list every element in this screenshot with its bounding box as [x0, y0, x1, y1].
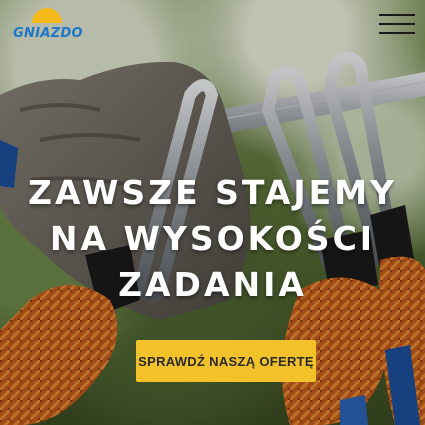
menu-bar-1 [379, 14, 415, 16]
hero-headline: ZAWSZE STAJEMY NA WYSOKOŚCI ZADANIA [0, 170, 425, 308]
menu-bar-2 [379, 23, 415, 25]
brand-name: GNIAZDO [13, 26, 83, 41]
headline-line-2: NA WYSOKOŚCI [49, 219, 376, 258]
headline-line-3: ZADANIA [118, 265, 307, 304]
hero-section: GNIAZDO ZAWSZE STAJEMY NA WYSOKOŚCI ZADA… [0, 0, 425, 425]
sun-logo-icon [32, 8, 62, 23]
headline-line-1: ZAWSZE STAJEMY [28, 173, 397, 212]
hamburger-menu-icon[interactable] [379, 10, 415, 38]
menu-bar-3 [379, 32, 415, 34]
site-header: GNIAZDO [0, 0, 425, 50]
brand-logo[interactable]: GNIAZDO [6, 6, 90, 46]
check-offer-button[interactable]: SPRAWDŹ NASZĄ OFERTĘ [136, 340, 316, 382]
